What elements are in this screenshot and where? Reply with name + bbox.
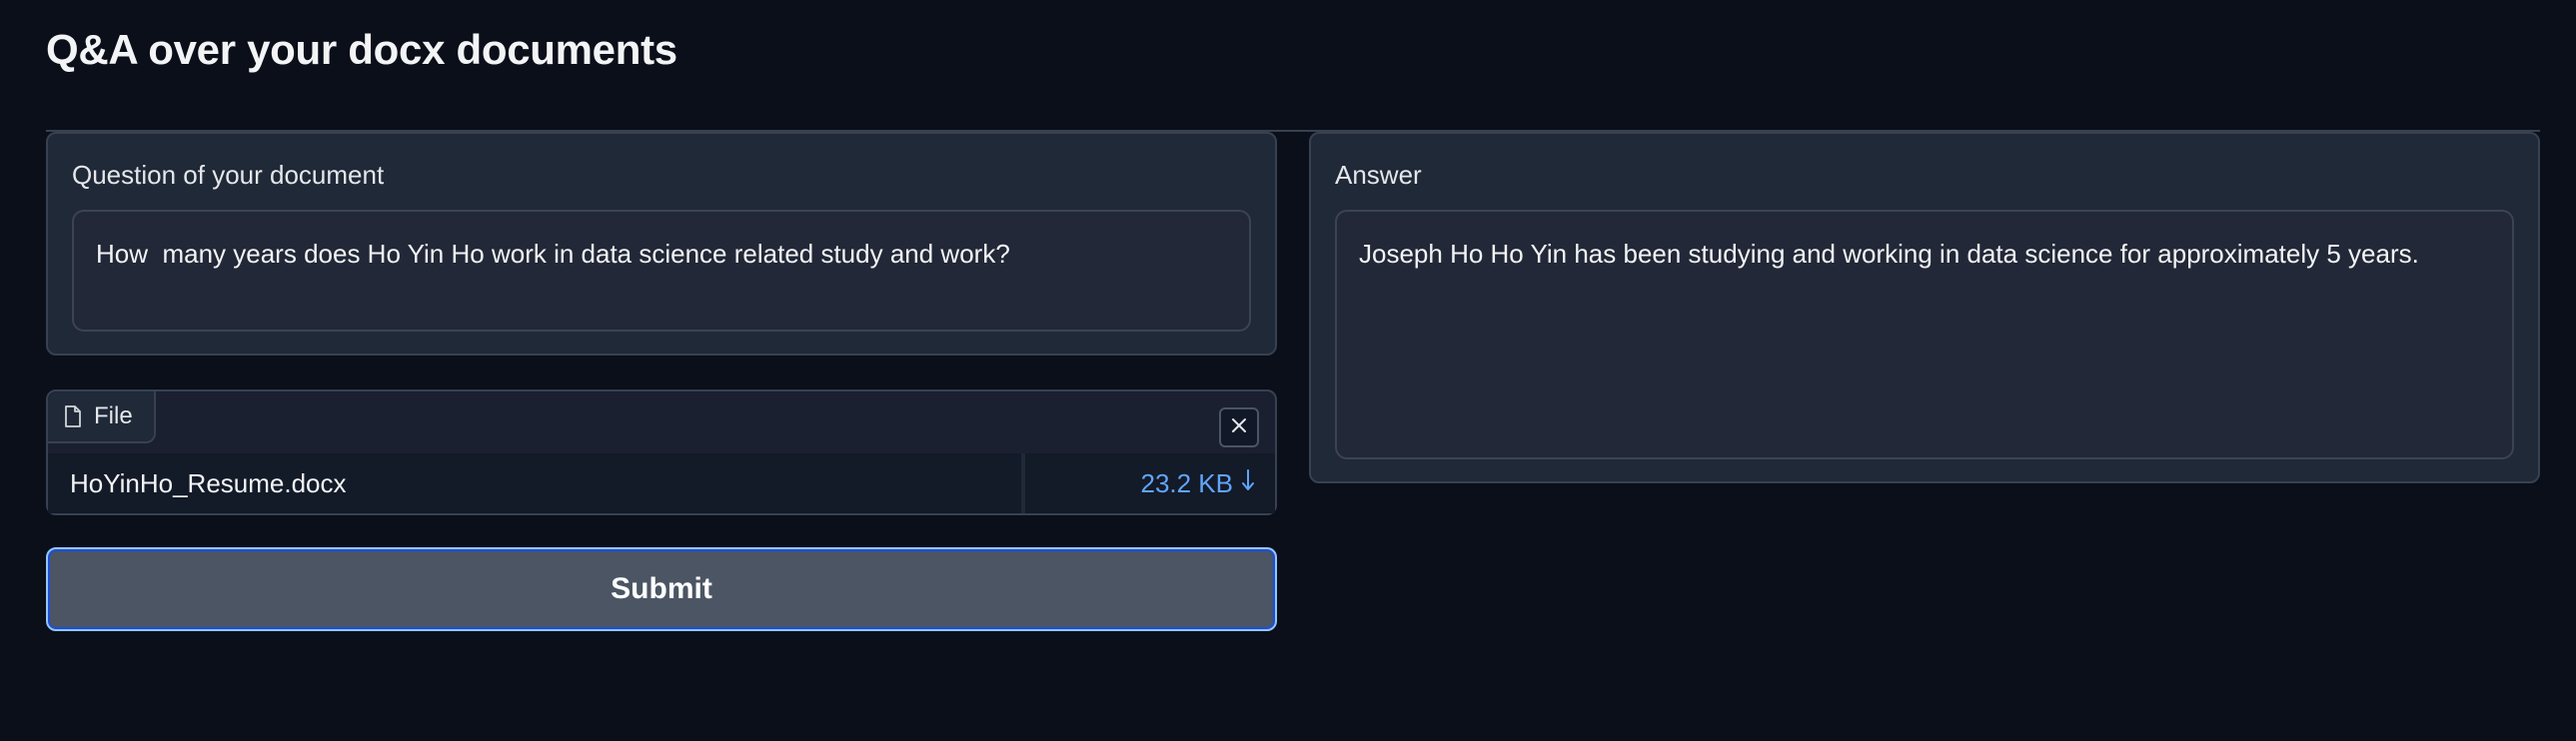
submit-button[interactable]: Submit [46, 547, 1277, 631]
file-row: HoYinHo_Resume.docx 23.2 KB [48, 453, 1275, 513]
answer-label: Answer [1335, 160, 1422, 190]
answer-output: Joseph Ho Ho Yin has been studying and w… [1335, 210, 2514, 459]
file-name: HoYinHo_Resume.docx [48, 453, 1025, 513]
file-tab-label: File [94, 402, 133, 429]
file-download-link[interactable]: 23.2 KB [1025, 453, 1275, 513]
answer-panel: Answer Joseph Ho Ho Yin has been studyin… [1309, 132, 2540, 483]
close-icon [1230, 416, 1248, 439]
file-tab: File [48, 391, 156, 443]
remove-file-button[interactable] [1219, 407, 1259, 447]
question-panel: Question of your document How many years… [46, 132, 1277, 356]
file-upload-panel: File HoYinHo_Resume.docx 23.2 KB [46, 389, 1277, 515]
file-size: 23.2 KB [1140, 467, 1233, 498]
question-input[interactable]: How many years does Ho Yin Ho work in da… [72, 210, 1251, 332]
page-title: Q&A over your docx documents [46, 26, 677, 73]
question-label: Question of your document [72, 160, 385, 190]
download-icon [1241, 468, 1255, 499]
page: Q&A over your docx documents Question of… [0, 0, 2576, 741]
file-icon [64, 405, 82, 427]
